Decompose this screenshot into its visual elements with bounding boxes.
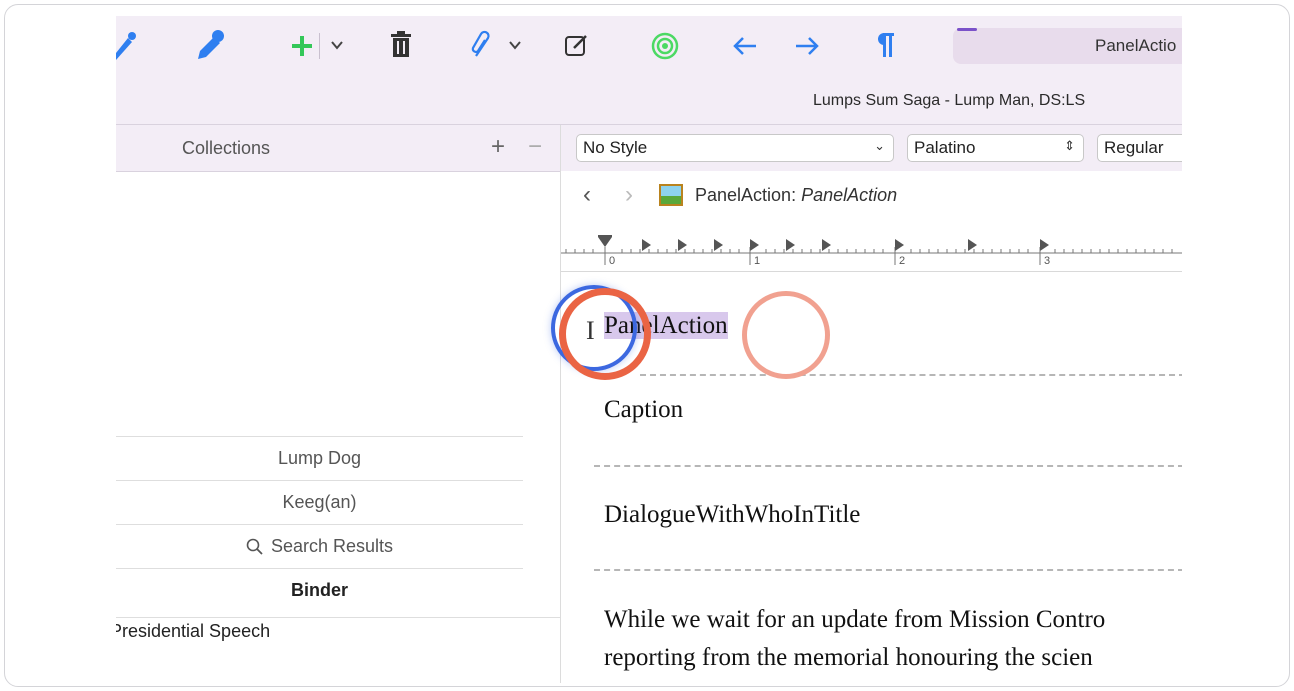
app-window: PanelActio Lumps Sum Saga - Lump Man, DS… [116,16,1182,683]
divider [116,617,560,618]
nav-back-button[interactable]: ‹ [583,181,591,209]
binder-item[interactable]: Presidential Speech [116,621,270,642]
paragraph-dialogue[interactable]: DialogueWithWhoInTitle [604,501,860,529]
ruler-label: 1 [754,255,761,267]
paragraph-body[interactable]: While we wait for an update from Mission… [604,606,1105,634]
toolbar: PanelActio Lumps Sum Saga - Lump Man, DS… [116,16,1182,125]
document-path: PanelAction: PanelAction [695,185,897,206]
search-results-label: Search Results [270,536,394,556]
remove-collection-button[interactable]: − [528,133,542,161]
ruler-scale [561,235,1182,265]
separator [594,465,1182,467]
font-family-select[interactable]: Palatino ⇕ [907,134,1084,162]
binder-sidebar: Collections + − Lump Dog Keeg(an) Search… [116,125,561,683]
nav-forward-button[interactable]: › [625,181,633,209]
compose-icon[interactable] [564,32,590,58]
paragraph-style-select[interactable]: No Style ⌄ [576,134,894,162]
arrow-left-icon[interactable] [732,34,758,58]
document-name: PanelAction: [695,185,797,205]
collection-tab-keegan[interactable]: Keeg(an) [116,480,523,524]
paperclip-icon[interactable] [470,30,492,60]
font-weight-select[interactable]: Regular [1097,134,1182,162]
ruler-label: 0 [609,255,616,267]
collections-title: Collections [182,138,271,158]
arrow-right-icon[interactable] [794,34,820,58]
click-indicator-red [559,288,651,380]
chevron-down-icon[interactable] [508,38,522,52]
ruler[interactable]: 0 1 2 3 [561,223,1182,272]
separator [640,374,1182,376]
trash-icon[interactable] [390,30,412,58]
collection-tab-binder[interactable]: Binder [116,568,523,612]
paragraph-caption[interactable]: Caption [604,396,683,424]
editor-header: ‹ › PanelAction: PanelAction [561,171,1182,224]
document-picture-icon [659,184,683,206]
text-editor[interactable]: PanelAction Caption DialogueWithWhoInTit… [561,272,1182,683]
separator [594,569,1182,571]
search-icon [246,538,263,555]
target-icon[interactable] [651,32,679,60]
document-style: PanelAction [801,185,898,205]
tab-label: PanelActio [1095,36,1177,55]
paragraph-style-value: No Style [583,138,648,157]
drag-indicator [742,291,830,379]
paragraph-body[interactable]: reporting from the memorial honouring th… [604,644,1093,672]
format-bar: No Style ⌄ Palatino ⇕ Regular [561,125,1182,172]
add-collection-button[interactable]: + [491,133,505,161]
collection-tab-search-results[interactable]: Search Results [116,524,523,568]
collections-header: Collections + − [116,125,560,172]
chevron-down-icon[interactable] [330,38,344,52]
chevron-down-icon: ⌄ [874,138,885,153]
eyedropper-icon[interactable] [116,30,138,60]
add-icon[interactable] [290,34,314,58]
pilcrow-icon[interactable] [876,31,896,59]
collection-tab-lump-dog[interactable]: Lump Dog [116,436,523,480]
toolbar-divider [319,33,320,59]
tab-color-marker [957,28,977,31]
window-title: Lumps Sum Saga - Lump Man, DS:LS [813,92,1086,109]
updown-chevron-icon: ⇕ [1064,138,1075,153]
ruler-label: 2 [899,255,906,267]
eyedropper-icon[interactable] [196,29,226,61]
ruler-label: 3 [1044,255,1051,267]
text-cursor-icon: I [586,316,595,345]
font-weight-value: Regular [1104,138,1164,157]
editor-pane: No Style ⌄ Palatino ⇕ Regular ‹ › PanelA… [561,125,1182,683]
tab-panelaction[interactable]: PanelActio [953,28,1182,64]
font-family-value: Palatino [914,138,976,157]
